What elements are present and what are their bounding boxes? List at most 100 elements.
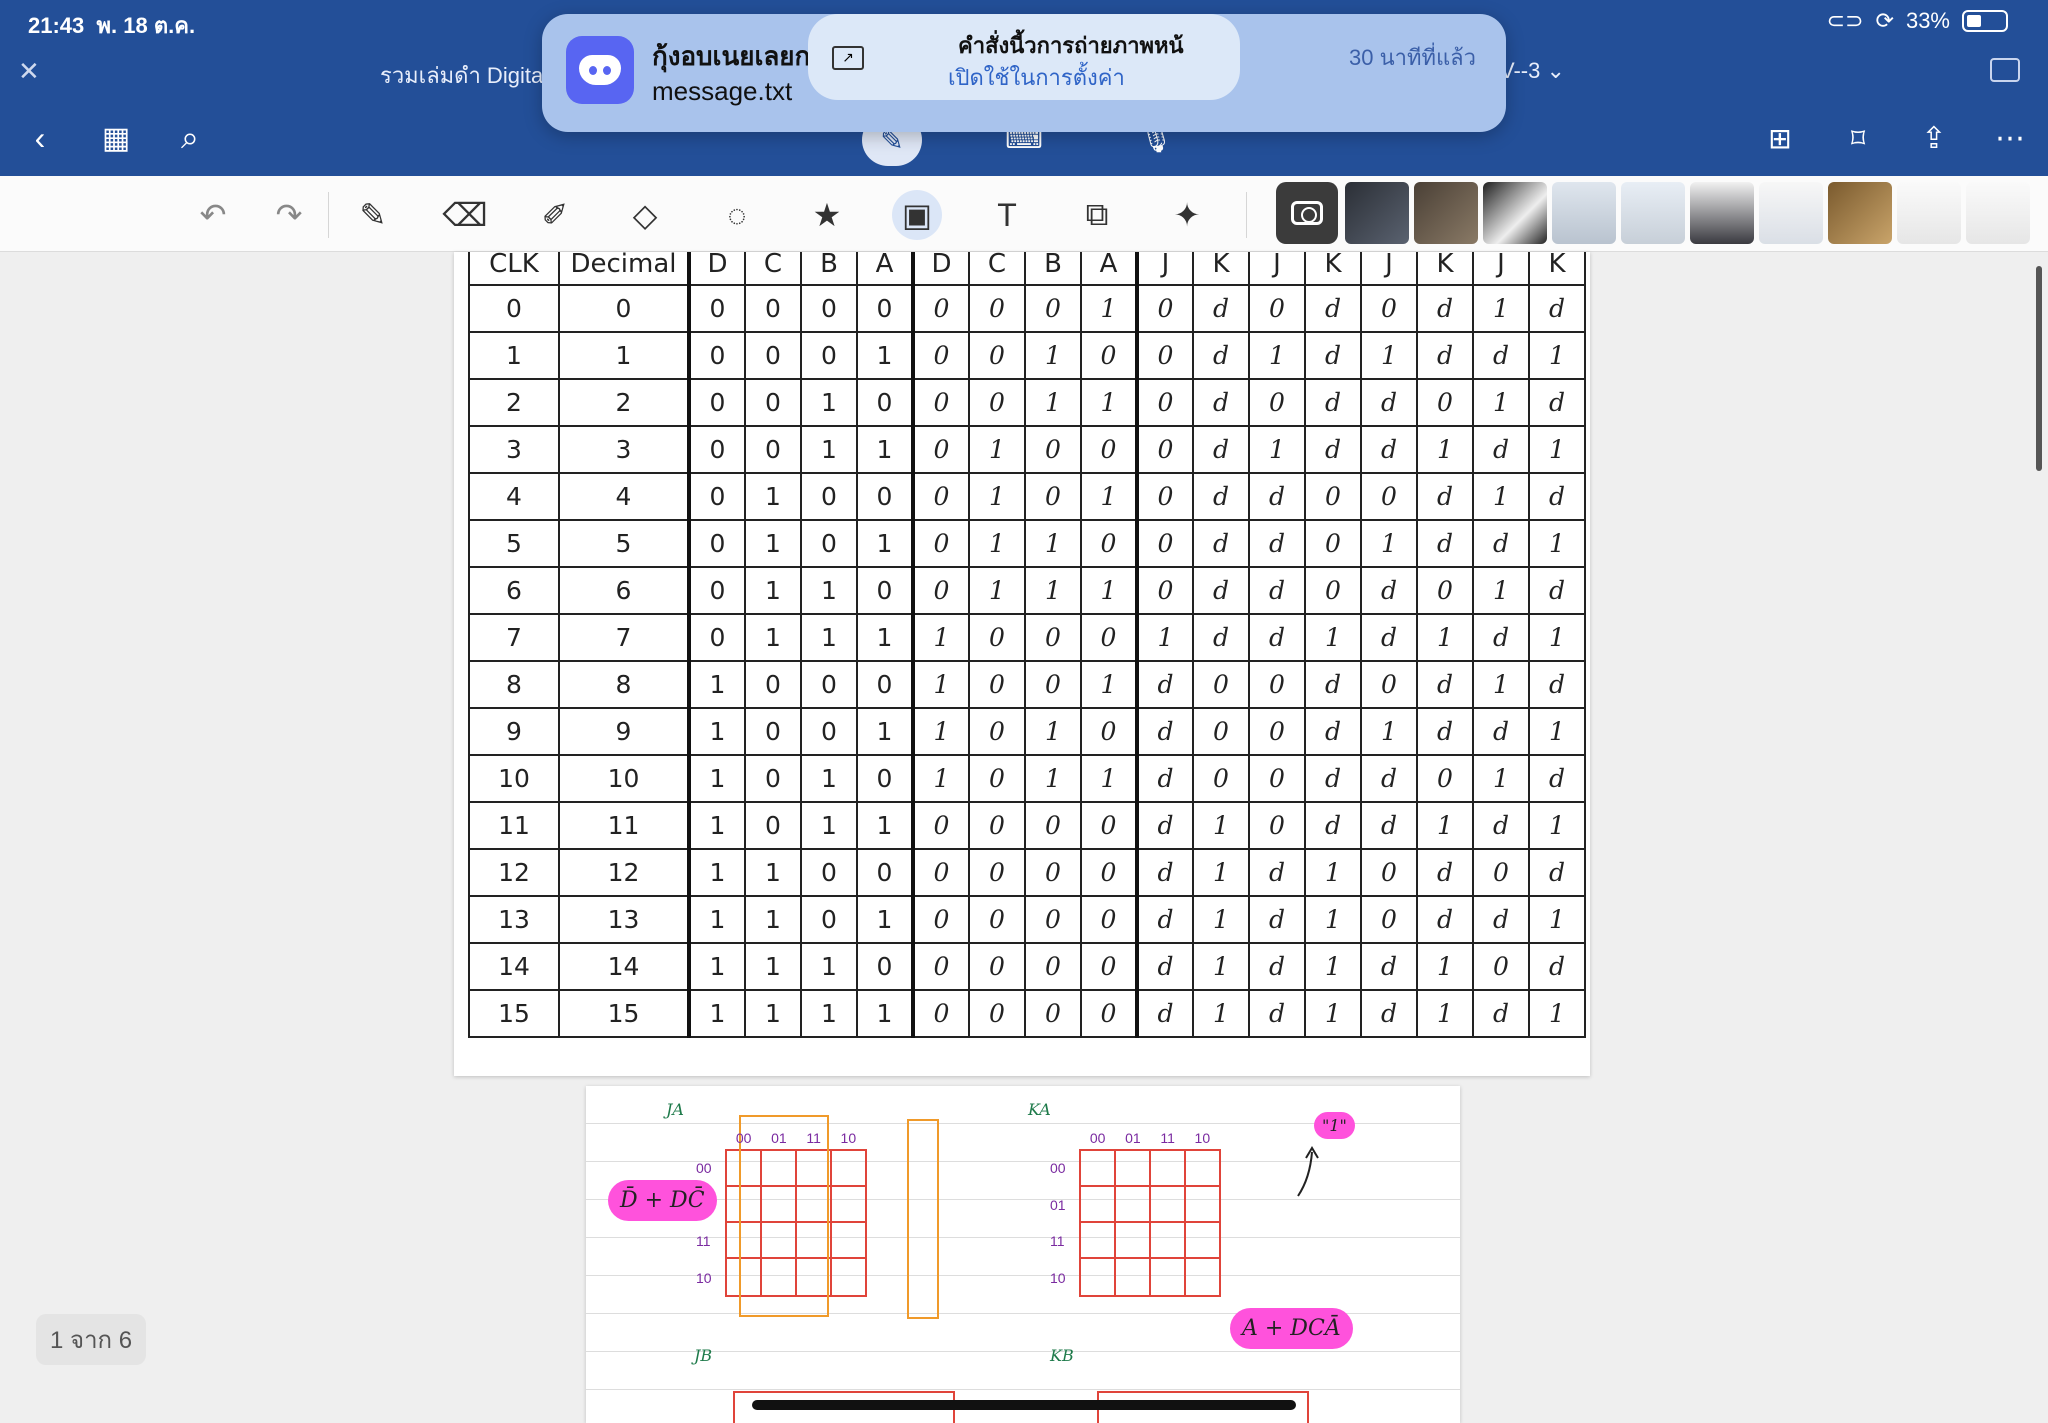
table-header-cell: C: [968, 252, 1026, 286]
lasso-icon[interactable]: ◌: [712, 190, 762, 240]
table-cell: 1: [856, 519, 914, 568]
photo-thumbnail[interactable]: [1483, 182, 1547, 244]
kmap-column-codes: 00 01 11 10: [726, 1130, 866, 1146]
pen-icon[interactable]: ✎: [348, 190, 398, 240]
table-cell: 0: [1135, 331, 1194, 380]
table-cell: 1: [1080, 660, 1138, 709]
table-cell: d: [1248, 566, 1306, 615]
table-cell: d: [1528, 378, 1586, 427]
table-cell: 1: [1472, 660, 1530, 709]
add-page-icon[interactable]: ⊞: [1760, 118, 1800, 158]
photo-thumbnail[interactable]: [1690, 182, 1754, 244]
table-cell: 0: [911, 331, 970, 380]
table-cell: 0: [744, 378, 802, 427]
doc-title-right[interactable]: V--3 ⌄: [1500, 58, 1565, 84]
search-icon[interactable]: ⌕: [170, 118, 210, 158]
photo-thumbnail[interactable]: [1345, 182, 1409, 244]
sidebar-toggle-icon[interactable]: [1990, 58, 2020, 82]
popup-line2[interactable]: เปิดใช้ในการตั้งค่า: [948, 60, 1125, 95]
photo-thumbnail[interactable]: [1414, 182, 1478, 244]
table-cell: 0: [800, 660, 858, 709]
table-cell: 1: [1304, 848, 1362, 897]
table-cell: 0: [1024, 848, 1082, 897]
table-cell: d: [1416, 848, 1474, 897]
table-header-cell: Decimal: [558, 252, 690, 286]
table-cell: 8: [468, 660, 560, 709]
table-cell: 0: [1360, 895, 1418, 944]
chevron-left-icon[interactable]: ‹: [20, 118, 60, 158]
photo-thumbnail[interactable]: [1828, 182, 1892, 244]
table-cell: d: [1248, 942, 1306, 991]
camera-button[interactable]: [1276, 182, 1338, 244]
photo-thumbnail[interactable]: [1759, 182, 1823, 244]
table-cell: 1: [1416, 942, 1474, 991]
home-indicator[interactable]: [752, 1400, 1296, 1410]
table-cell: d: [1472, 613, 1530, 662]
table-cell: 2: [558, 378, 690, 427]
table-cell: 0: [1248, 660, 1306, 709]
kmap-code: 00: [1089, 1130, 1106, 1146]
table-cell: 0: [1024, 801, 1082, 850]
image-search-icon[interactable]: ⧉: [1072, 190, 1122, 240]
close-icon[interactable]: ✕: [18, 56, 40, 87]
table-cell: d: [1360, 566, 1418, 615]
table-cell: d: [1135, 660, 1194, 709]
table-cell: 0: [687, 613, 746, 662]
undo-icon[interactable]: ↶: [188, 190, 238, 240]
bookmark-icon[interactable]: ⌑: [1838, 118, 1878, 158]
table-cell: 1: [856, 331, 914, 380]
text-icon[interactable]: T: [982, 190, 1032, 240]
table-cell: d: [1360, 942, 1418, 991]
grid-icon[interactable]: ▦: [96, 118, 136, 158]
table-cell: 0: [1024, 989, 1082, 1038]
camera-icon: [1291, 201, 1323, 225]
notification-time: 30 นาทีที่แล้ว: [1349, 45, 1476, 70]
table-cell: d: [1528, 284, 1586, 333]
table-cell: 1: [1024, 707, 1082, 756]
table-row: 11000100100d1d1dd1: [468, 331, 1586, 380]
image-icon[interactable]: ▣: [892, 190, 942, 240]
more-icon[interactable]: ⋯: [1990, 118, 2030, 158]
scrollbar[interactable]: [2036, 266, 2042, 471]
photo-thumbnail[interactable]: [1966, 182, 2030, 244]
note-page-2[interactable]: JA KA JB KB 00 01 11 10 00 01 11 10 00 01 11 10 0…: [586, 1086, 1460, 1423]
table-cell: 1: [856, 425, 914, 474]
kmap-row-codes: 00 01 11 10: [1050, 1150, 1080, 1296]
table-cell: 15: [468, 989, 560, 1038]
shapes-icon[interactable]: ◇: [620, 190, 670, 240]
page-indicator: 1 จาก 6: [36, 1314, 147, 1365]
eraser-icon[interactable]: ⌫: [440, 190, 490, 240]
sticker-icon[interactable]: ★: [802, 190, 852, 240]
table-cell: 1: [800, 942, 858, 991]
table-cell: d: [1248, 519, 1306, 568]
table-cell: 0: [968, 942, 1026, 991]
note-page-1[interactable]: CLK Decimal D C B A D C B A J K J K J K J K 00000000010d0…: [454, 252, 1590, 1076]
table-cell: 1: [687, 848, 746, 897]
table-cell: 0: [1024, 425, 1082, 474]
table-cell: 1: [1416, 613, 1474, 662]
table-cell: 1: [1024, 378, 1082, 427]
table-cell: d: [1416, 472, 1474, 521]
table-cell: 0: [1024, 284, 1082, 333]
table-cell: 0: [744, 284, 802, 333]
table-cell: 0: [1416, 754, 1474, 803]
kmap-code: 01: [1125, 1130, 1141, 1146]
table-cell: 7: [558, 613, 690, 662]
table-cell: 0: [1472, 848, 1530, 897]
table-cell: 1: [1360, 519, 1418, 568]
table-cell: 0: [911, 942, 970, 991]
table-cell: 0: [1080, 425, 1138, 474]
laser-pointer-icon[interactable]: ✦: [1162, 190, 1212, 240]
table-cell: 1: [1304, 895, 1362, 944]
photo-thumbnail[interactable]: [1897, 182, 1961, 244]
table-cell: d: [1304, 660, 1362, 709]
redo-icon[interactable]: ↷: [264, 190, 314, 240]
screenshot-popup[interactable]: ↗ คำสั่งนี้วการถ่ายภาพหน้ เปิดใช้ในการตั…: [808, 14, 1240, 100]
share-icon[interactable]: ⇪: [1914, 118, 1954, 158]
doc-title[interactable]: รวมเล่มดำ Digita: [380, 58, 543, 93]
photo-thumbnail[interactable]: [1621, 182, 1685, 244]
highlighter-icon[interactable]: ✐: [530, 190, 580, 240]
table-cell: d: [1192, 613, 1250, 662]
photo-thumbnail[interactable]: [1552, 182, 1616, 244]
table-cell: 1: [1528, 331, 1586, 380]
